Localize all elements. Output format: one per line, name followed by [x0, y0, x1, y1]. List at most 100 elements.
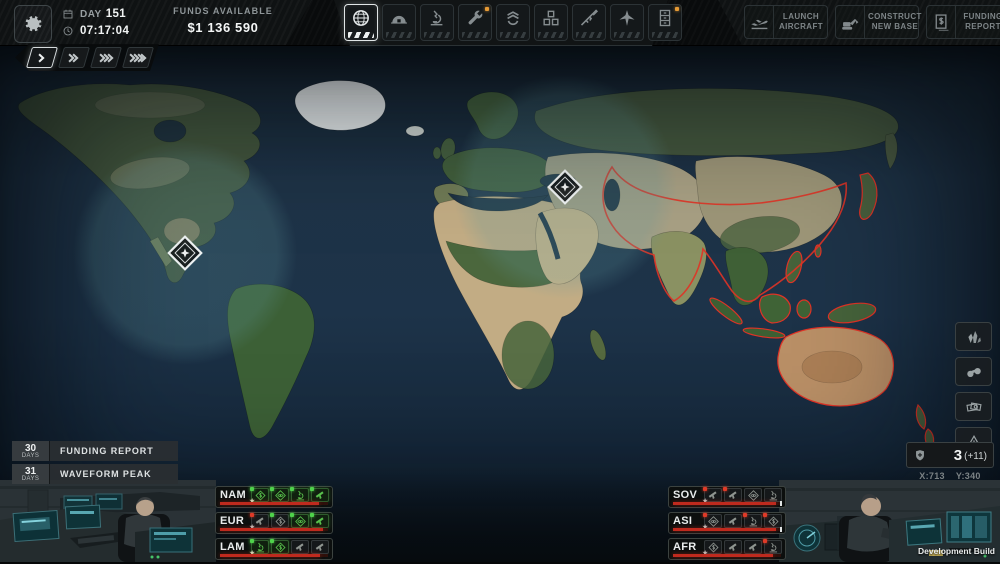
- wrench-icon: [465, 8, 485, 28]
- map-tools: [955, 322, 992, 456]
- tool-resources-button[interactable]: [955, 322, 992, 351]
- actions-panel: LAUNCH AIRCRAFT CONSTRUCT NEW BASE FUNDING…: [718, 0, 1000, 45]
- tool-recon-button[interactable]: [955, 357, 992, 386]
- tab-personnel[interactable]: [496, 4, 530, 41]
- speed-1-button[interactable]: [26, 47, 58, 68]
- chip-weapon[interactable]: [724, 514, 742, 528]
- chip-weapon[interactable]: [723, 487, 742, 502]
- region-panel-east: SOV ★ ASI ★ AFR ★: [668, 486, 786, 564]
- kamchatka: [884, 132, 898, 170]
- notification-dot: [485, 7, 489, 11]
- chip-weapon[interactable]: [310, 513, 329, 528]
- relations-bar: [220, 528, 328, 531]
- status-dot: [743, 513, 747, 517]
- relations-bar: [220, 502, 328, 505]
- relations-bar: [673, 527, 782, 532]
- event-label: WAVEFORM PEAK: [50, 464, 178, 484]
- borneo: [759, 293, 791, 324]
- tab-bases[interactable]: [382, 4, 416, 41]
- status-dot: [270, 487, 274, 491]
- construct-new-base-button[interactable]: CONSTRUCT NEW BASE: [835, 5, 921, 39]
- action-label: FUNDING REPORT: [955, 6, 1000, 38]
- chip-science[interactable]: ★: [249, 539, 269, 557]
- chip-intel[interactable]: [290, 513, 309, 528]
- status-dot: [290, 513, 294, 517]
- region-nam[interactable]: NAM★: [215, 486, 333, 508]
- hudson-bay: [153, 119, 187, 143]
- funding-report-button[interactable]: FUNDING REPORT: [926, 5, 1000, 39]
- settings-button[interactable]: [14, 5, 52, 43]
- event-row-funding-report[interactable]: 30 DAYS FUNDING REPORT: [12, 441, 178, 461]
- weapon-icon: [314, 489, 327, 502]
- cursor-coordinates: X:713 Y:340: [906, 471, 994, 481]
- chip-weapon[interactable]: [310, 487, 329, 502]
- chip-intel[interactable]: [270, 487, 289, 502]
- tab-stores[interactable]: [534, 4, 568, 41]
- squad-bonus: (+11): [964, 450, 987, 462]
- region-code: LAM: [220, 541, 245, 553]
- chip-weapon[interactable]: [724, 540, 742, 554]
- status-dot: [250, 487, 254, 491]
- tab-hatch-mark: [614, 32, 640, 38]
- chip-weapon[interactable]: [744, 540, 762, 554]
- squad-counter[interactable]: 3 (+11): [906, 442, 994, 468]
- chip-science[interactable]: [764, 488, 782, 502]
- tool-finance-button[interactable]: [955, 392, 992, 421]
- crates-icon: [541, 8, 561, 28]
- launch-aircraft-button[interactable]: LAUNCH AIRCRAFT: [744, 5, 828, 39]
- gear-icon: [22, 13, 44, 35]
- tab-research[interactable]: [420, 4, 454, 41]
- chip-intel[interactable]: ★: [702, 513, 722, 531]
- chip-funding[interactable]: [270, 513, 289, 528]
- microscope-icon: [427, 8, 447, 28]
- intel-icon: [707, 515, 720, 528]
- rank-icon: [503, 8, 523, 28]
- region-code: SOV: [673, 489, 698, 501]
- sulawesi: [796, 299, 812, 319]
- build-label: Development Build: [918, 546, 995, 556]
- chip-science[interactable]: [743, 513, 762, 528]
- chip-weapon[interactable]: ★: [702, 487, 722, 505]
- speed-3-button[interactable]: [90, 47, 122, 68]
- region-lam[interactable]: LAM ★: [215, 538, 333, 560]
- science-icon: [294, 489, 307, 502]
- weapon-icon: [314, 515, 327, 528]
- notification-dot: [675, 7, 679, 11]
- chip-weapon[interactable]: [291, 540, 309, 554]
- region-sov[interactable]: SOV ★: [668, 486, 786, 508]
- weapon-icon: [727, 515, 740, 528]
- region-asi[interactable]: ASI ★: [668, 512, 786, 534]
- event-row-waveform-peak[interactable]: 31 DAYS WAVEFORM PEAK: [12, 464, 178, 484]
- status-dot: [763, 539, 767, 543]
- region-code: ASI: [673, 515, 693, 527]
- relations-bar: [673, 501, 782, 506]
- excavator-icon: [840, 12, 861, 33]
- tab-geoscape[interactable]: [344, 4, 378, 41]
- top-bar: LAUNCH AIRCRAFT CONSTRUCT NEW BASE FUNDING…: [0, 0, 1000, 46]
- chip-funding[interactable]: ★: [249, 487, 269, 505]
- madagascar: [589, 329, 607, 361]
- tab-archives[interactable]: [648, 4, 682, 41]
- chip-science[interactable]: [290, 487, 309, 502]
- chip-funding[interactable]: [270, 539, 289, 554]
- weapon-icon: [294, 541, 307, 554]
- speed-2-button[interactable]: [58, 47, 90, 68]
- status-dot: [250, 539, 254, 543]
- speed-4-button[interactable]: [122, 47, 154, 68]
- region-eur[interactable]: EUR ★: [215, 512, 333, 534]
- chip-weapon[interactable]: ★: [249, 513, 269, 531]
- jet-icon: [617, 8, 637, 28]
- bar-marker: [780, 527, 782, 532]
- tab-engineering[interactable]: [458, 4, 492, 41]
- globe-icon: [351, 8, 371, 28]
- chip-funding[interactable]: ★: [702, 540, 722, 557]
- tab-aircraft[interactable]: [610, 4, 644, 41]
- chip-intel[interactable]: [744, 488, 762, 502]
- region-afr[interactable]: AFR ★: [668, 538, 786, 560]
- java: [742, 327, 786, 339]
- chip-funding[interactable]: [763, 513, 782, 528]
- event-days: 30: [24, 442, 37, 454]
- chip-science[interactable]: [763, 539, 782, 554]
- chip-weapon[interactable]: [311, 540, 329, 554]
- tab-armory[interactable]: [572, 4, 606, 41]
